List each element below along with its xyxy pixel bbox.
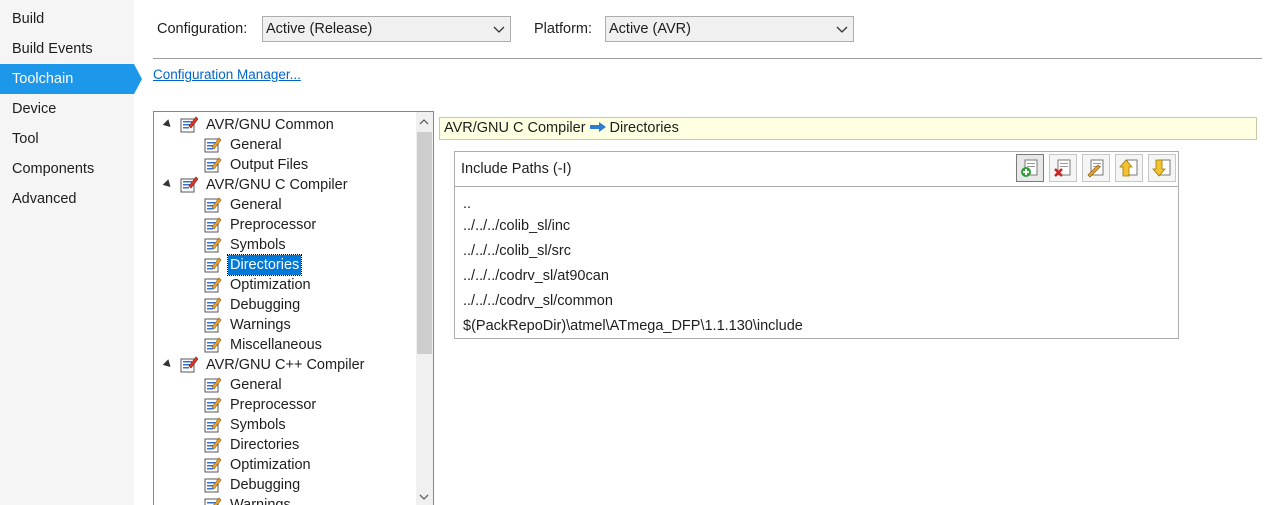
nav-item-toolchain[interactable]: Toolchain [0, 64, 142, 94]
tree-node-label: Preprocessor [230, 217, 317, 233]
nav-item-build-events[interactable]: Build Events [0, 34, 134, 64]
property-item-icon [204, 456, 222, 473]
property-item-icon [204, 216, 222, 233]
configuration-value: Active (Release) [266, 21, 373, 37]
property-item-icon [204, 496, 222, 505]
scroll-down-icon[interactable] [419, 492, 429, 502]
expand-triangle-icon[interactable] [162, 179, 174, 190]
breadcrumb-part-1: AVR/GNU C Compiler [444, 120, 586, 136]
edit-item-icon [1087, 159, 1104, 178]
tree-node-label: Output Files [230, 157, 309, 173]
add-item-icon [1021, 159, 1038, 177]
include-paths-list: Include Paths (-I) .. ../../../colib_sl/… [454, 151, 1179, 339]
property-page-icon [180, 176, 199, 193]
chevron-down-icon [493, 26, 505, 33]
property-item-icon [204, 196, 222, 213]
tree-scroll-thumb[interactable] [417, 132, 432, 354]
add-item-button[interactable] [1016, 154, 1044, 182]
nav-item-advanced[interactable]: Advanced [0, 184, 134, 214]
nav-item-device[interactable]: Device [0, 94, 134, 124]
property-item-icon [204, 296, 222, 313]
settings-tree: AVR/GNU Common General Output Files AVR/GNU… [153, 111, 434, 505]
expand-triangle-icon[interactable] [162, 119, 174, 130]
include-paths-title: Include Paths (-I) [461, 161, 572, 177]
move-up-icon [1119, 159, 1138, 177]
include-path-item[interactable]: ../../../codrv_sl/common [463, 289, 613, 314]
property-item-icon [204, 316, 222, 333]
include-paths-header: Include Paths (-I) [455, 152, 1178, 187]
nav-item-components[interactable]: Components [0, 154, 134, 184]
property-item-icon [204, 376, 222, 393]
tree-node-label: Directories [226, 254, 303, 276]
arrow-right-icon [589, 122, 606, 132]
property-page-icon [180, 356, 199, 373]
tree-node-label: Symbols [230, 417, 286, 433]
tree-node-label: Miscellaneous [230, 337, 322, 353]
project-nav: Build Build Events Toolchain Device Tool… [0, 0, 142, 505]
property-item-icon [204, 416, 222, 433]
scroll-up-icon[interactable] [419, 117, 429, 127]
include-path-item[interactable]: ../../../codrv_sl/at90can [463, 264, 609, 289]
divider [153, 58, 1262, 59]
chevron-down-icon [836, 26, 848, 33]
tree-node-label: AVR/GNU C++ Compiler [206, 357, 365, 373]
tree-node-label: Directories [230, 437, 300, 453]
tree-node-label: Symbols [230, 237, 286, 253]
property-item-icon [204, 236, 222, 253]
configuration-label: Configuration: [157, 21, 248, 37]
property-item-icon [204, 156, 222, 173]
tree-node-label: General [230, 197, 282, 213]
include-path-item[interactable]: $(PackRepoDir)\atmel\ATmega_DFP\1.1.130\… [463, 314, 803, 339]
tree-node-label: AVR/GNU C Compiler [206, 177, 348, 193]
breadcrumb-part-2: Directories [609, 120, 679, 136]
page-scrollbar[interactable] [1263, 0, 1280, 505]
configuration-manager-link[interactable]: Configuration Manager... [153, 67, 301, 82]
property-item-icon [204, 396, 222, 413]
tree-scrollbar[interactable] [416, 112, 433, 505]
delete-item-icon [1054, 159, 1071, 177]
breadcrumb: AVR/GNU C Compiler Directories [439, 117, 1257, 140]
include-path-item[interactable]: ../../../colib_sl/src [463, 239, 571, 264]
move-down-button[interactable] [1148, 154, 1176, 182]
property-item-icon [204, 436, 222, 453]
tree-node-label: Debugging [230, 477, 301, 493]
property-item-icon [204, 336, 222, 353]
tree-node-label: Warnings [230, 497, 291, 505]
tree-node-label: Optimization [230, 277, 311, 293]
expand-triangle-icon[interactable] [162, 359, 174, 370]
move-up-button[interactable] [1115, 154, 1143, 182]
tree-node-label: Preprocessor [230, 397, 317, 413]
property-item-icon [204, 136, 222, 153]
move-down-icon [1152, 159, 1171, 177]
tree-node-label: Optimization [230, 457, 311, 473]
platform-select[interactable]: Active (AVR) [605, 16, 854, 42]
property-item-icon [204, 256, 222, 273]
tree-node-label: General [230, 377, 282, 393]
property-page-icon [180, 116, 199, 133]
delete-item-button[interactable] [1049, 154, 1077, 182]
nav-item-tool[interactable]: Tool [0, 124, 134, 154]
tree-node-label: Warnings [230, 317, 291, 333]
tree-node-label: Debugging [230, 297, 301, 313]
platform-value: Active (AVR) [609, 21, 691, 37]
configuration-select[interactable]: Active (Release) [262, 16, 511, 42]
nav-item-build[interactable]: Build [0, 4, 134, 34]
edit-item-button[interactable] [1082, 154, 1110, 182]
include-path-item[interactable]: ../../../colib_sl/inc [463, 214, 570, 239]
platform-label: Platform: [534, 21, 593, 37]
property-item-icon [204, 476, 222, 493]
tree-node-label: AVR/GNU Common [206, 117, 334, 133]
tree-node-label: General [230, 137, 282, 153]
property-item-icon [204, 276, 222, 293]
